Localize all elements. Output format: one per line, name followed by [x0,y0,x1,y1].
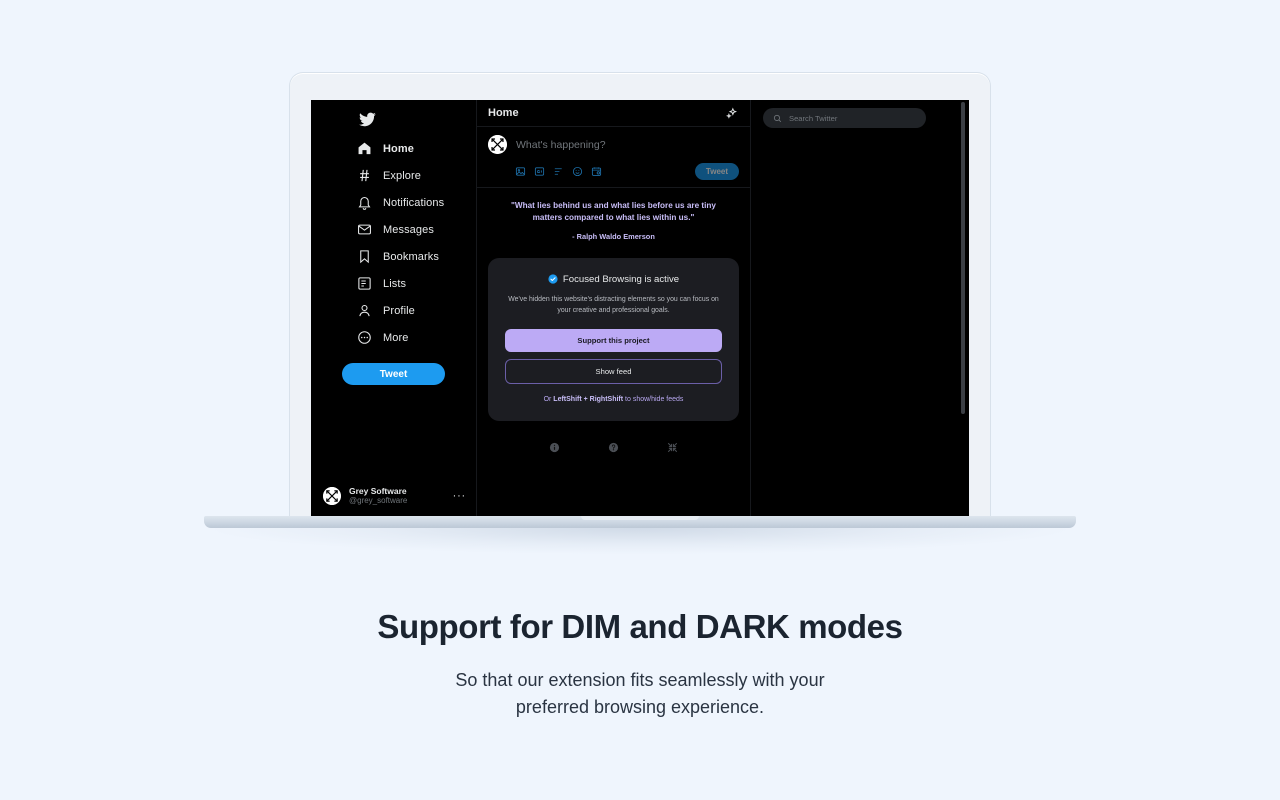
sidebar-item-bookmarks[interactable]: Bookmarks [357,243,476,270]
sidebar-item-label: Explore [383,169,421,182]
sidebar-item-profile[interactable]: Profile [357,297,476,324]
emoji-icon[interactable] [572,166,583,177]
sidebar-item-explore[interactable]: Explore [357,162,476,189]
sidebar: Home Explore Notifications Messages Book… [311,100,477,516]
account-switcher[interactable]: Grey Software @grey_software ··· [311,486,476,506]
focus-card-description: We've hidden this website's distracting … [508,295,719,315]
sidebar-item-label: Messages [383,223,434,236]
hint-keys: LeftShift + RightShift [553,396,624,404]
bell-icon [358,196,371,210]
scrollbar-thumb[interactable] [961,102,965,414]
right-sidebar: Search Twitter [751,100,969,516]
help-icon[interactable] [608,442,619,453]
gif-icon[interactable] [534,166,545,177]
search-input[interactable]: Search Twitter [763,108,926,128]
laptop-hinge-notch [581,516,699,520]
scrollbar-track[interactable] [961,100,967,516]
sidebar-item-more[interactable]: More [357,324,476,351]
avatar [323,486,341,505]
sidebar-item-label: Lists [383,277,407,290]
caption-subtitle-line-2: preferred browsing experience. [515,697,765,717]
list-icon [358,277,371,290]
focus-card-title: Focused Browsing is active [562,273,680,285]
keyboard-shortcut-hint: Or LeftShift + RightShift to show/hide f… [505,396,722,403]
focused-browsing-area: "What lies behind us and what lies befor… [477,188,750,467]
composer-icon-row [515,166,602,177]
collapse-arrows-icon[interactable] [667,442,678,453]
caption-title: Support for DIM and DARK modes [377,608,903,645]
hint-prefix: Or [543,396,554,404]
search-placeholder: Search Twitter [789,113,838,123]
sidebar-item-messages[interactable]: Messages [357,216,476,243]
hint-suffix: to show/hide feeds [623,396,684,404]
tweet-composer: What's happening? Tweet [477,127,750,188]
sidebar-item-label: Profile [383,304,415,317]
home-icon [358,142,371,155]
more-circle-icon [358,331,371,344]
laptop-screen: Home Explore Notifications Messages Book… [311,100,969,516]
schedule-icon[interactable] [591,166,602,177]
composer-avatar [488,135,507,154]
focus-card-title-row: Focused Browsing is active [505,274,722,285]
profile-handle: @grey_software [349,496,408,506]
envelope-icon [358,224,371,235]
show-feed-button[interactable]: Show feed [505,359,722,385]
verified-check-icon [548,274,558,285]
quote-author: - Ralph Waldo Emerson [572,231,655,241]
caption-block: Support for DIM and DARK modes So that o… [0,608,1280,721]
focus-status-card: Focused Browsing is active We've hidden … [488,257,739,422]
twitter-bird-icon [359,112,376,127]
sidebar-item-notifications[interactable]: Notifications [357,189,476,216]
motivational-quote: "What lies behind us and what lies befor… [511,201,716,222]
main-column: Home What's happening? Tweet "What lies … [477,100,751,516]
laptop-mockup: Home Explore Notifications Messages Book… [204,72,1076,554]
search-icon [773,114,782,122]
composer-actions: Tweet [488,163,739,180]
person-icon [359,304,370,317]
sidebar-item-label: Home [383,142,414,155]
focus-footer [488,442,739,467]
composer-top: What's happening? [488,135,739,154]
bookmark-icon [360,250,369,264]
sidebar-nav: Home Explore Notifications Messages Book… [311,135,476,351]
laptop-shadow [214,528,1066,554]
composer-tweet-button[interactable]: Tweet [694,163,739,180]
page-title: Home [488,107,519,119]
caption-subtitle-line-1: So that our extension fits seamlessly wi… [455,670,825,690]
caption-subtitle: So that our extension fits seamlessly wi… [0,667,1280,721]
profile-meta: Grey Software @grey_software [349,486,445,506]
sidebar-item-label: Notifications [383,196,445,209]
ellipsis-icon[interactable]: ··· [453,490,466,502]
sidebar-item-home[interactable]: Home [357,135,476,162]
support-project-button[interactable]: Support this project [505,329,722,353]
image-icon[interactable] [515,166,526,177]
poll-icon[interactable] [553,166,564,177]
info-icon[interactable] [549,442,560,453]
sparkle-icon[interactable] [725,106,738,120]
sidebar-item-label: Bookmarks [383,250,439,263]
main-header: Home [477,100,750,127]
twitter-logo[interactable] [311,106,476,135]
sidebar-tweet-button[interactable]: Tweet [342,363,445,385]
profile-name: Grey Software [349,485,407,496]
sidebar-item-lists[interactable]: Lists [357,270,476,297]
hashtag-icon [360,169,369,182]
tweet-input[interactable]: What's happening? [516,139,606,151]
sidebar-item-label: More [383,331,409,344]
twitter-app: Home Explore Notifications Messages Book… [311,100,969,516]
